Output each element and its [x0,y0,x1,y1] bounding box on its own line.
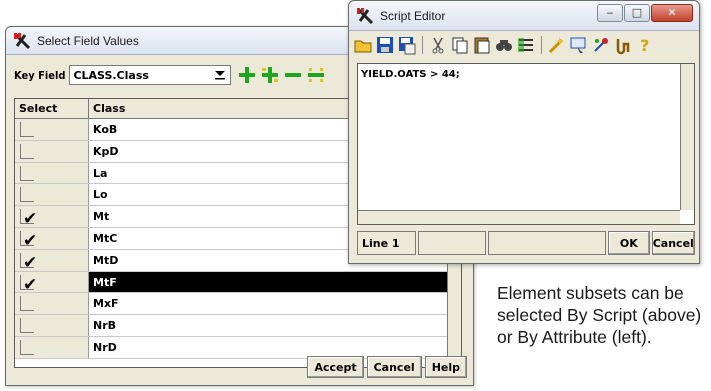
class-cell[interactable]: NrD [89,337,461,358]
row-checkbox[interactable] [20,122,34,137]
key-field-dropdown[interactable]: CLASS.Class [69,65,232,85]
maximize-button[interactable]: □ [624,4,650,22]
select-cell[interactable] [15,336,89,358]
key-field-label: Key Field [14,68,66,82]
key-field-row: Key Field CLASS.Class [14,64,326,86]
class-cell[interactable]: MtF [89,271,461,293]
minimize-button[interactable]: ‒ [597,4,623,22]
caption-text: Element subsets can be selected By Scrip… [497,283,702,347]
vertical-scrollbar[interactable] [680,64,694,210]
help-button[interactable]: Help [424,356,467,378]
select-cell[interactable] [15,162,89,184]
save-as-icon[interactable] [397,35,417,55]
select-cell[interactable] [15,119,89,140]
stop-icon[interactable] [613,35,633,55]
select-cell[interactable] [15,184,89,206]
svg-text:?: ? [640,36,649,55]
row-checkbox[interactable] [20,187,34,203]
select-cell[interactable] [15,293,89,315]
toolbar-separator [422,36,423,54]
editor-toolbar: ? [353,33,655,57]
copy-icon[interactable] [450,35,470,55]
paste-icon[interactable] [472,35,492,55]
table-row[interactable]: NrB [15,315,461,337]
help-icon[interactable]: ? [635,35,655,55]
row-checkbox[interactable] [20,296,34,312]
minimize-icon: ‒ [606,6,614,19]
row-checkbox[interactable]: ✔ [20,209,37,229]
table-row[interactable]: MxF [15,293,461,316]
open-folder-icon[interactable] [353,35,373,55]
checkmark-icon: ✔ [23,209,38,230]
class-cell[interactable]: NrB [89,315,461,336]
window-title: Script Editor [380,8,446,23]
app-logo-icon [12,32,32,50]
list-icon[interactable] [516,35,536,55]
window-title: Select Field Values [37,33,139,48]
select-cell[interactable]: ✔ [15,206,89,229]
cancel-button[interactable]: Cancel [651,231,695,255]
class-cell[interactable]: MxF [89,293,461,314]
add-all-icon[interactable] [260,65,280,85]
run-script-icon[interactable] [547,35,567,55]
remove-all-icon[interactable] [306,65,326,85]
row-checkbox[interactable]: ✔ [20,274,37,295]
toolbar-separator [541,36,542,54]
script-content[interactable]: YIELD.OATS > 44; [361,69,460,80]
select-cell[interactable]: ✔ [15,249,89,273]
close-button[interactable]: ✕ [651,4,693,22]
key-field-value: CLASS.Class [73,68,149,82]
script-editor-window: Script Editor ‒ □ ✕ ? YIELD.OATS > 44; L… [348,0,700,264]
maximize-icon: □ [631,6,643,19]
row-checkbox[interactable]: ✔ [20,230,37,251]
select-cell[interactable]: ✔ [15,227,89,251]
cut-icon[interactable] [428,35,448,55]
row-checkbox[interactable]: ✔ [20,252,37,273]
find-icon[interactable] [494,35,514,55]
column-header-select[interactable]: Select [15,99,89,118]
row-checkbox[interactable] [20,165,34,181]
row-checkbox[interactable] [20,339,34,355]
accept-button[interactable]: Accept [307,356,364,378]
status-cell-empty [487,231,607,255]
chevron-down-icon[interactable] [212,68,228,82]
status-cell-empty [418,231,486,255]
ok-button[interactable]: OK [608,231,650,255]
button-bar: Accept Cancel Help [307,356,467,378]
close-icon: ✕ [667,6,677,19]
select-cell[interactable]: ✔ [15,271,89,295]
status-bar: Line 1 OK Cancel [357,231,695,255]
horizontal-scrollbar[interactable] [358,210,680,224]
select-cell[interactable] [15,140,89,162]
checkmark-icon: ✔ [23,230,38,251]
cancel-button[interactable]: Cancel [366,356,422,378]
debug-icon[interactable] [591,35,611,55]
app-logo-icon [355,7,375,25]
select-cell[interactable] [15,315,89,336]
title-bar[interactable]: Script Editor ‒ □ ✕ [349,1,699,31]
add-icon[interactable] [237,65,257,85]
checkmark-icon: ✔ [23,274,38,295]
remove-icon[interactable] [283,65,303,85]
insert-icon[interactable] [569,35,589,55]
row-checkbox[interactable] [20,143,34,159]
save-icon[interactable] [375,35,395,55]
script-text-area[interactable]: YIELD.OATS > 44; [357,63,695,225]
table-row[interactable]: ✔ MtF [15,271,461,295]
checkmark-icon: ✔ [23,252,38,273]
row-checkbox[interactable] [20,318,34,334]
window-controls: ‒ □ ✕ [597,4,693,22]
line-indicator: Line 1 [357,231,417,255]
